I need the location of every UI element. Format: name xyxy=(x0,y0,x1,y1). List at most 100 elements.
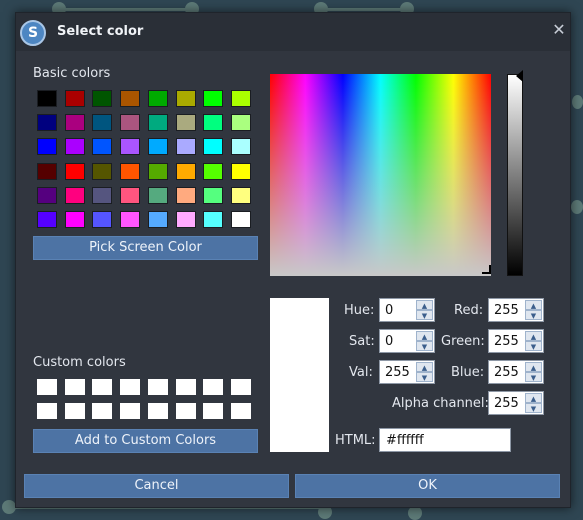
basic-color-swatch[interactable] xyxy=(92,138,113,156)
custom-color-slot[interactable] xyxy=(147,379,168,395)
basic-color-swatch[interactable] xyxy=(92,211,113,228)
spin-up-icon[interactable]: ▲ xyxy=(416,300,433,310)
spin-up-icon[interactable]: ▲ xyxy=(525,331,542,341)
spin-up-icon[interactable]: ▲ xyxy=(525,300,542,310)
red-value: 255 xyxy=(494,303,519,318)
basic-color-swatch[interactable] xyxy=(64,90,85,107)
red-label: Red: xyxy=(454,303,484,318)
background-node xyxy=(571,200,583,214)
basic-color-swatch[interactable] xyxy=(230,138,251,156)
basic-color-swatch[interactable] xyxy=(203,211,224,228)
basic-color-swatch[interactable] xyxy=(147,211,168,228)
hue-spinbox[interactable]: 0 ▲ ▼ xyxy=(379,298,435,322)
basic-color-swatch[interactable] xyxy=(230,90,251,107)
custom-color-slot[interactable] xyxy=(92,379,113,395)
basic-color-swatch[interactable] xyxy=(203,90,224,107)
custom-color-slot[interactable] xyxy=(147,403,168,419)
alpha-channel-spinbox[interactable]: 255 ▲ ▼ xyxy=(488,391,544,415)
spin-up-icon[interactable]: ▲ xyxy=(525,393,542,403)
basic-color-swatch[interactable] xyxy=(147,114,168,132)
blue-spinbox[interactable]: 255 ▲ ▼ xyxy=(488,360,544,384)
basic-color-swatch[interactable] xyxy=(37,114,57,132)
custom-color-slot[interactable] xyxy=(175,403,196,419)
basic-color-swatch[interactable] xyxy=(120,186,141,204)
add-to-custom-colors-button[interactable]: Add to Custom Colors xyxy=(33,429,258,453)
red-spinbox[interactable]: 255 ▲ ▼ xyxy=(488,298,544,322)
basic-color-swatch[interactable] xyxy=(37,186,57,204)
basic-color-swatch[interactable] xyxy=(37,90,57,107)
custom-color-slot[interactable] xyxy=(64,379,85,395)
custom-color-slot[interactable] xyxy=(120,379,141,395)
ok-button[interactable]: OK xyxy=(295,474,560,498)
basic-color-swatch[interactable] xyxy=(203,186,224,204)
sat-value: 0 xyxy=(385,334,394,349)
basic-color-swatch[interactable] xyxy=(120,114,141,132)
basic-color-swatch[interactable] xyxy=(175,211,196,228)
custom-color-slot[interactable] xyxy=(230,379,251,395)
basic-color-swatch[interactable] xyxy=(147,138,168,156)
basic-color-swatch[interactable] xyxy=(230,186,251,204)
spin-down-icon[interactable]: ▼ xyxy=(525,341,542,351)
basic-color-swatch[interactable] xyxy=(230,211,251,228)
basic-color-swatch[interactable] xyxy=(203,114,224,132)
close-icon[interactable]: ✕ xyxy=(550,21,568,39)
basic-color-swatch[interactable] xyxy=(203,138,224,156)
spin-down-icon[interactable]: ▼ xyxy=(525,372,542,382)
basic-color-swatch[interactable] xyxy=(175,138,196,156)
custom-color-slot[interactable] xyxy=(175,379,196,395)
custom-color-slot[interactable] xyxy=(120,403,141,419)
basic-color-swatch[interactable] xyxy=(203,162,224,180)
custom-color-slot[interactable] xyxy=(37,403,57,419)
basic-color-swatch[interactable] xyxy=(64,162,85,180)
basic-color-swatch[interactable] xyxy=(175,162,196,180)
custom-color-slot[interactable] xyxy=(92,403,113,419)
custom-color-slot[interactable] xyxy=(230,403,251,419)
html-color-input[interactable]: #ffffff xyxy=(379,428,511,452)
basic-color-swatch[interactable] xyxy=(230,162,251,180)
basic-color-swatch[interactable] xyxy=(120,211,141,228)
spin-up-icon[interactable]: ▲ xyxy=(416,362,433,372)
basic-color-swatch[interactable] xyxy=(37,162,57,180)
spin-down-icon[interactable]: ▼ xyxy=(525,403,542,413)
basic-color-swatch[interactable] xyxy=(37,138,57,156)
basic-color-swatch[interactable] xyxy=(92,90,113,107)
spin-down-icon[interactable]: ▼ xyxy=(525,310,542,320)
basic-color-swatch[interactable] xyxy=(147,186,168,204)
spin-up-icon[interactable]: ▲ xyxy=(525,362,542,372)
spin-down-icon[interactable]: ▼ xyxy=(416,372,433,382)
basic-color-swatch[interactable] xyxy=(92,186,113,204)
green-spinbox[interactable]: 255 ▲ ▼ xyxy=(488,329,544,353)
cancel-button[interactable]: Cancel xyxy=(24,474,289,498)
basic-color-swatch[interactable] xyxy=(230,114,251,132)
basic-color-swatch[interactable] xyxy=(120,90,141,107)
custom-color-slot[interactable] xyxy=(203,403,224,419)
custom-color-slot[interactable] xyxy=(64,403,85,419)
hue-saturation-picker[interactable] xyxy=(270,74,491,276)
val-value: 255 xyxy=(385,365,410,380)
basic-colors-label: Basic colors xyxy=(33,66,111,81)
sat-spinbox[interactable]: 0 ▲ ▼ xyxy=(379,329,435,353)
luminance-slider[interactable] xyxy=(507,74,523,276)
spin-down-icon[interactable]: ▼ xyxy=(416,310,433,320)
spin-up-icon[interactable]: ▲ xyxy=(416,331,433,341)
basic-color-swatch[interactable] xyxy=(37,211,57,228)
basic-color-swatch[interactable] xyxy=(175,90,196,107)
spin-down-icon[interactable]: ▼ xyxy=(416,341,433,351)
basic-color-swatch[interactable] xyxy=(175,114,196,132)
basic-color-swatch[interactable] xyxy=(175,186,196,204)
custom-color-slot[interactable] xyxy=(37,379,57,395)
basic-color-swatch[interactable] xyxy=(92,162,113,180)
basic-color-swatch[interactable] xyxy=(64,211,85,228)
pick-screen-color-button[interactable]: Pick Screen Color xyxy=(33,236,258,260)
basic-color-swatch[interactable] xyxy=(147,162,168,180)
basic-color-swatch[interactable] xyxy=(64,114,85,132)
basic-color-swatch[interactable] xyxy=(92,114,113,132)
basic-color-swatch[interactable] xyxy=(120,162,141,180)
basic-color-swatch[interactable] xyxy=(64,138,85,156)
val-spinbox[interactable]: 255 ▲ ▼ xyxy=(379,360,435,384)
custom-colors-label: Custom colors xyxy=(33,355,126,370)
basic-color-swatch[interactable] xyxy=(64,186,85,204)
custom-color-slot[interactable] xyxy=(203,379,224,395)
basic-color-swatch[interactable] xyxy=(120,138,141,156)
basic-color-swatch[interactable] xyxy=(147,90,168,107)
